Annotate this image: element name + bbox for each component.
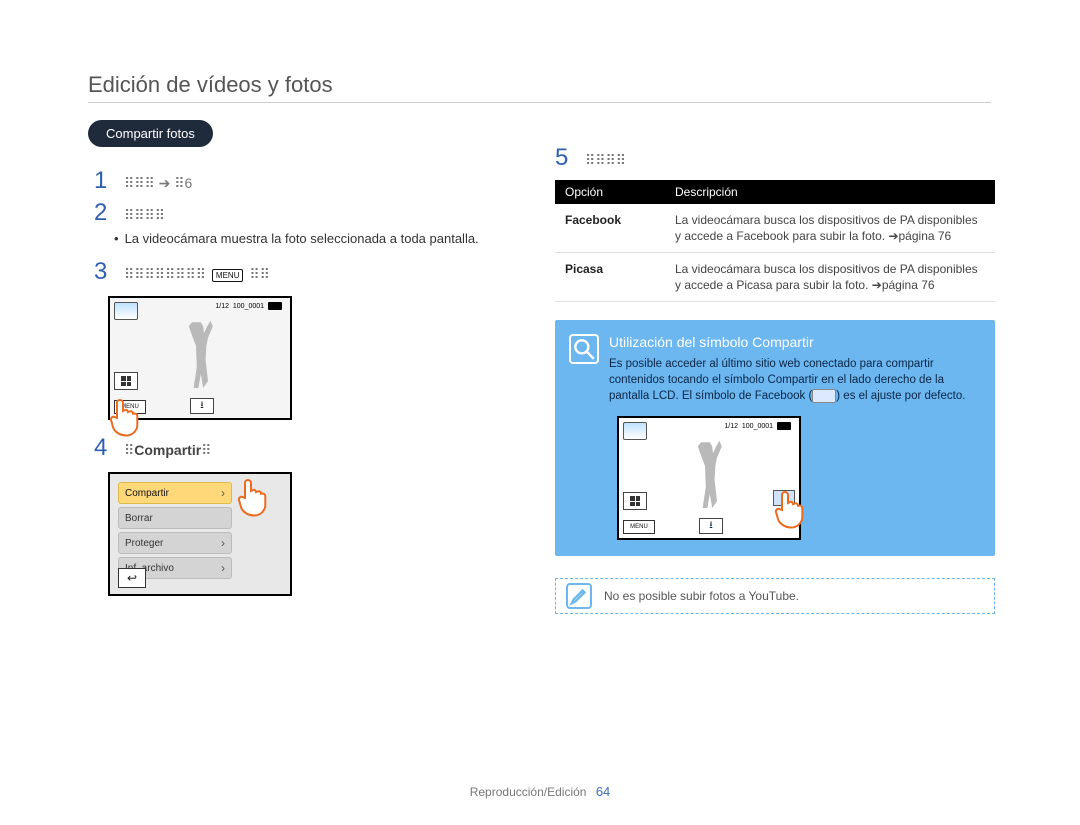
chevron-right-icon: ›: [221, 536, 225, 550]
option-cell: Picasa: [555, 253, 665, 302]
lcd-menu-button: MENU: [114, 400, 146, 414]
right-column: 5 ⠿⠿⠿⠿ Opción Descripción Facebook La vi…: [555, 140, 995, 614]
step-number: 5: [555, 144, 573, 172]
step-text: ⠿⠿⠿⠿: [585, 152, 626, 169]
table-row: Picasa La videocámara busca los disposit…: [555, 253, 995, 302]
lcd-fileid: 100_0001: [233, 303, 264, 310]
step-number: 4: [94, 434, 112, 462]
page-title: Edición de vídeos y fotos: [88, 72, 333, 98]
step-4: 4 ⠿Compartir⠿: [94, 434, 538, 462]
step-2: 2 ⠿⠿⠿⠿: [94, 199, 538, 227]
chevron-right-icon: ›: [221, 561, 225, 575]
footer-section: Reproducción/Edición: [470, 785, 587, 799]
note-box: No es posible subir fotos a YouTube.: [555, 578, 995, 614]
lcd-preview: 1/12 100_0001 MENU ⭳: [108, 296, 292, 420]
share-icon: [773, 490, 795, 506]
back-button-icon: ↩: [118, 568, 146, 588]
menu-item-delete: Borrar: [118, 507, 232, 529]
option-cell: Facebook: [555, 204, 665, 253]
step-text: ⠿⠿⠿ ➔ ⠿6: [124, 175, 192, 192]
lcd-top-info: 1/12 100_0001: [724, 422, 791, 432]
lcd-download-icon: ⭳: [699, 518, 723, 534]
lcd-subject: [180, 318, 220, 388]
lcd-top-info: 1/12 100_0001: [215, 302, 282, 312]
tip-body: Es posible acceder al último sitio web c…: [609, 356, 977, 404]
table-header-option: Opción: [555, 180, 665, 204]
battery-icon: [268, 302, 282, 310]
title-divider: [88, 102, 991, 103]
battery-icon: [777, 422, 791, 430]
chevron-right-icon: ›: [221, 486, 225, 500]
menu-screenshot: Compartir› Borrar Proteger› Inf. archivo…: [108, 472, 292, 596]
footer-page-number: 64: [596, 784, 610, 799]
page-footer: Reproducción/Edición 64: [0, 784, 1080, 799]
lcd-subject: [689, 438, 729, 508]
note-icon: [566, 583, 592, 609]
step-text: ⠿⠿⠿⠿: [124, 207, 165, 224]
step-number: 3: [94, 258, 112, 286]
step-3: 3 ⠿⠿⠿⠿⠿⠿⠿⠿ MENU ⠿⠿: [94, 258, 538, 286]
lcd-menu-button: MENU: [623, 520, 655, 534]
table-row: Facebook La videocámara busca los dispos…: [555, 204, 995, 253]
tip-box: Utilización del símbolo Compartir Es pos…: [555, 320, 995, 556]
thumbnail-icon: [114, 302, 138, 320]
step-number: 2: [94, 199, 112, 227]
left-column: Compartir fotos 1 ⠿⠿⠿ ➔ ⠿6 2 ⠿⠿⠿⠿ La vid…: [88, 120, 538, 610]
magnifier-icon: [569, 334, 599, 364]
tip-title: Utilización del símbolo Compartir: [609, 334, 977, 350]
note-text: No es posible subir fotos a YouTube.: [604, 589, 799, 603]
step-5: 5 ⠿⠿⠿⠿: [555, 144, 995, 172]
lcd-fileid: 100_0001: [742, 423, 773, 430]
touch-hand-icon: [234, 476, 270, 518]
menu-item-protect: Proteger›: [118, 532, 232, 554]
lcd-download-icon: ⭳: [190, 398, 214, 414]
thumbnail-icon: [623, 422, 647, 440]
grid-toggle-icon: [114, 372, 138, 390]
lcd-counter: 1/12: [215, 303, 229, 310]
lcd-counter: 1/12: [724, 423, 738, 430]
desc-cell: La videocámara busca los dispositivos de…: [665, 204, 995, 253]
menu-badge: MENU: [212, 269, 244, 282]
facebook-icon: [812, 389, 836, 403]
step-text: ⠿⠿⠿⠿⠿⠿⠿⠿ MENU ⠿⠿: [124, 266, 270, 283]
options-table: Opción Descripción Facebook La videocáma…: [555, 180, 995, 302]
table-header-desc: Descripción: [665, 180, 995, 204]
step-1: 1 ⠿⠿⠿ ➔ ⠿6: [94, 167, 538, 195]
lcd-preview: 1/12 100_0001 MENU ⭳: [617, 416, 801, 540]
step-2-bullet: La videocámara muestra la foto seleccion…: [114, 231, 538, 246]
desc-cell: La videocámara busca los dispositivos de…: [665, 253, 995, 302]
step-number: 1: [94, 167, 112, 195]
section-pill: Compartir fotos: [88, 120, 213, 147]
menu-item-share: Compartir›: [118, 482, 232, 504]
bullet-text: La videocámara muestra la foto seleccion…: [125, 231, 479, 246]
step-text: ⠿Compartir⠿: [124, 442, 211, 459]
grid-toggle-icon: [623, 492, 647, 510]
